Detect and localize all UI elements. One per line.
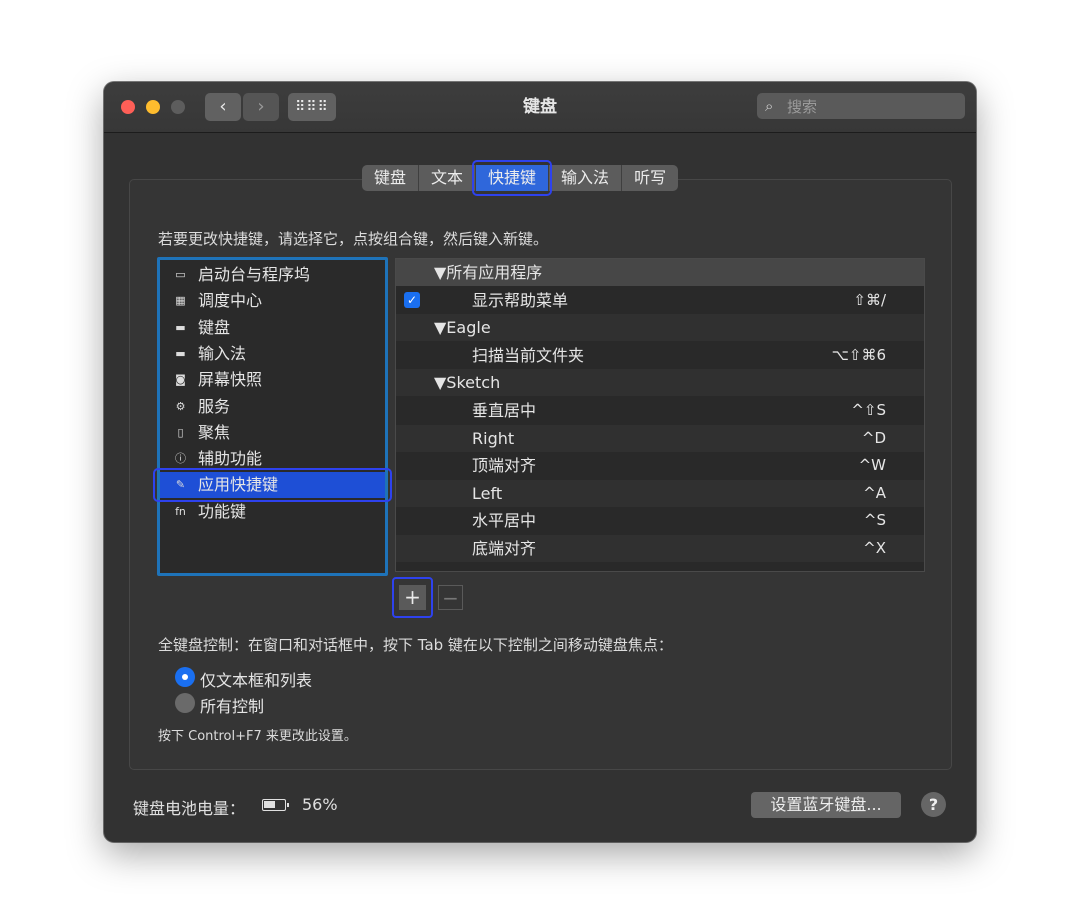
enabled-checkbox[interactable]: ✓ xyxy=(404,291,420,308)
shortcut-key[interactable]: ^D xyxy=(862,425,886,452)
shortcut-label: 垂直居中 xyxy=(472,401,537,420)
shortcut-label: ▼Sketch xyxy=(434,373,501,393)
category-label: 服务 xyxy=(198,396,231,416)
gear-icon: ⚙ xyxy=(175,399,186,413)
help-button[interactable]: ? xyxy=(921,792,946,817)
screenshot-icon: ◙ xyxy=(175,373,186,387)
category-label: 调度中心 xyxy=(198,291,263,311)
search-field[interactable]: ⌕ xyxy=(757,93,965,119)
shortcut-key[interactable]: ^S xyxy=(864,507,886,534)
category-item[interactable]: ▭ 启动台与程序坞 xyxy=(160,262,385,288)
all-controls-radio[interactable] xyxy=(175,693,195,713)
category-label: 辅助功能 xyxy=(198,449,263,469)
shortcut-label: ▼Eagle xyxy=(434,318,491,338)
shortcut-row[interactable]: 水平居中 ^S xyxy=(396,507,924,534)
category-item[interactable]: fn 功能键 xyxy=(160,499,385,525)
shortcut-label: 水平居中 xyxy=(472,511,537,531)
spotlight-icon: ▯ xyxy=(177,425,184,439)
shortcut-list[interactable]: ▼所有应用程序 ✓ 显示帮助菜单 ⇧⌘/ ▼Eagle 扫描当前文件夹 ⌥⇧⌘6 ▼Sketc… xyxy=(395,258,925,572)
category-item[interactable]: ▯ 聚焦 xyxy=(160,420,385,446)
shortcut-label: ▼所有应用程序 xyxy=(434,263,543,282)
shortcut-label: Right xyxy=(472,428,515,448)
category-item[interactable]: ✎ 应用快捷键 xyxy=(153,468,392,503)
category-label: 屏幕快照 xyxy=(198,370,263,390)
category-label: 聚焦 xyxy=(198,422,231,442)
shortcut-key[interactable]: ⌥⇧⌘6 xyxy=(832,342,886,369)
shortcut-key[interactable]: ^X xyxy=(863,535,886,562)
category-item[interactable]: ▬ 键盘 xyxy=(160,315,385,341)
battery-icon xyxy=(262,799,289,811)
search-icon: ⌕ xyxy=(765,97,774,115)
battery-value: 56% xyxy=(302,795,338,814)
shortcut-row[interactable]: Left ^A xyxy=(396,479,924,507)
shortcut-row[interactable]: ✓ 显示帮助菜单 ⇧⌘/ xyxy=(396,287,924,314)
category-label: 启动台与程序坞 xyxy=(198,265,311,284)
shortcut-row[interactable]: 扫描当前文件夹 ⌥⇧⌘6 xyxy=(396,342,924,369)
shortcut-label: 顶端对齐 xyxy=(472,456,537,476)
battery-label: 键盘电池电量： xyxy=(133,799,246,818)
text-boxes-radio[interactable] xyxy=(175,667,195,687)
tab-3[interactable]: 输入法 xyxy=(549,165,623,191)
shortcut-row[interactable]: 垂直居中 ^⇧S xyxy=(396,397,924,424)
shortcut-label: 底端对齐 xyxy=(472,539,537,558)
all-controls-label: 所有控制 xyxy=(200,697,265,716)
category-list[interactable]: ▭ 启动台与程序坞 ▦ 调度中心 ▬ 键盘 ▬ 输入法 ◙ 屏幕快照 ⚙ 服务 ▯ 聚焦 ⓘ 辅助功能 ✎ 应用快… xyxy=(153,257,392,576)
category-item[interactable]: ▦ 调度中心 xyxy=(160,288,385,314)
category-label: 应用快捷键 xyxy=(198,475,279,495)
title-bar: ‹ › ⠿⠿⠿ 键盘 ⌕ xyxy=(104,82,976,133)
shortcut-key[interactable]: ^A xyxy=(863,480,886,507)
fn-key-icon: fn xyxy=(175,504,186,518)
shortcut-key[interactable]: ^⇧S xyxy=(851,397,886,424)
launchpad-icon: ▭ xyxy=(175,268,186,281)
shortcut-label: Left xyxy=(472,483,503,503)
shortcut-row[interactable]: Right ^D xyxy=(396,424,924,452)
keyboard-preferences-window: ‹ › ⠿⠿⠿ 键盘 ⌕ 键盘文本快捷键输入法听写 若要更改快捷键，请选择它，点… xyxy=(104,82,976,842)
shortcut-row[interactable]: 顶端对齐 ^W xyxy=(396,452,924,479)
instruction-text: 若要更改快捷键，请选择它，点按组合键，然后键入新键。 xyxy=(158,230,549,248)
category-label: 功能键 xyxy=(198,501,247,521)
tab-0[interactable]: 键盘 xyxy=(362,165,420,191)
search-input[interactable] xyxy=(785,95,959,119)
tab-bar: 键盘 文本 快捷键 输入法 听写 xyxy=(362,160,679,196)
setup-bluetooth-keyboard-button[interactable]: 设置蓝牙键盘... xyxy=(751,792,901,818)
category-item[interactable]: ▬ 输入法 xyxy=(160,341,385,367)
shortcut-label: 扫描当前文件夹 xyxy=(472,345,585,365)
category-label: 键盘 xyxy=(198,317,231,337)
remove-shortcut-button[interactable]: − xyxy=(438,585,463,610)
category-item[interactable]: ⚙ 服务 xyxy=(160,394,385,420)
shortcut-row[interactable]: 底端对齐 ^X xyxy=(396,535,924,562)
shortcut-key[interactable]: ⇧⌘/ xyxy=(853,287,886,314)
keyboard-icon: ▬ xyxy=(175,320,186,334)
input-method-icon: ▬ xyxy=(175,346,186,360)
tab-2[interactable]: 快捷键 xyxy=(472,160,553,196)
category-label: 输入法 xyxy=(198,343,247,363)
tab-4[interactable]: 听写 xyxy=(622,165,678,191)
category-item[interactable]: ◙ 屏幕快照 xyxy=(160,367,385,393)
shortcut-label: 显示帮助菜单 xyxy=(472,290,569,310)
tab-1[interactable]: 文本 xyxy=(419,165,477,191)
shortcut-group-row[interactable]: ▼Sketch xyxy=(396,369,924,397)
shortcut-key[interactable]: ^W xyxy=(859,452,886,479)
app-shortcuts-icon: ✎ xyxy=(175,478,186,492)
mission-control-icon: ▦ xyxy=(175,294,186,308)
shortcut-group-row[interactable]: ▼Eagle xyxy=(396,314,924,342)
full-keyboard-access-label: 全键盘控制：在窗口和对话框中，按下 Tab 键在以下控制之间移动键盘焦点： xyxy=(158,636,673,654)
accessibility-icon: ⓘ xyxy=(175,452,186,466)
text-boxes-label: 仅文本框和列表 xyxy=(200,671,313,690)
shortcut-group-row[interactable]: ▼所有应用程序 xyxy=(396,259,924,286)
add-shortcut-button[interactable]: + xyxy=(392,577,433,618)
hint-text: 按下 Control+F7 来更改此设置。 xyxy=(158,729,357,744)
